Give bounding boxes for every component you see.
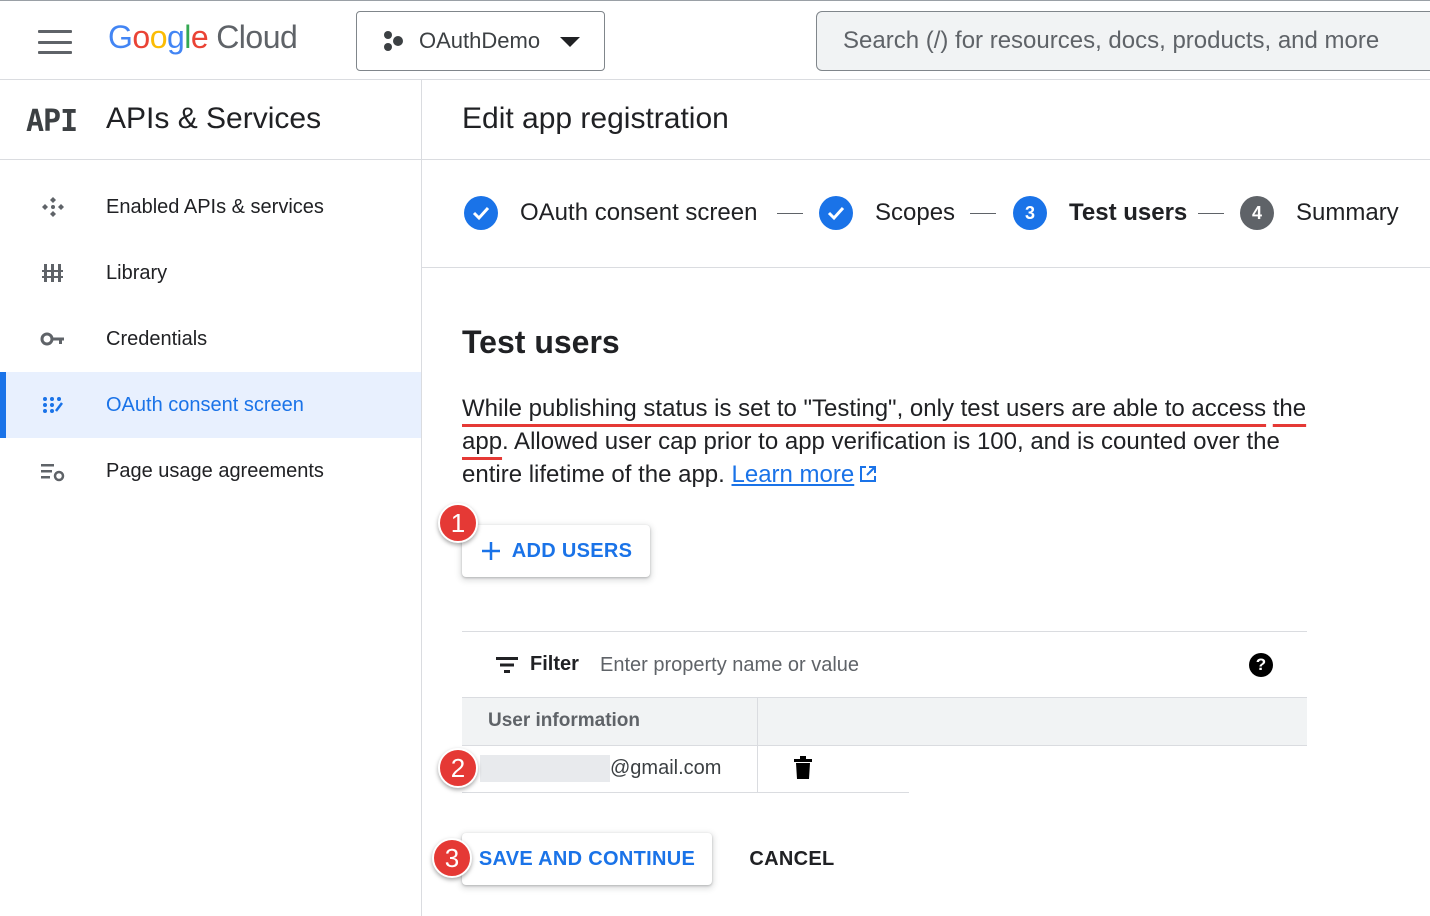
project-icon: [384, 31, 403, 51]
top-bar: Google Cloud OAuthDemo: [0, 0, 1430, 80]
list-settings-icon: [41, 464, 65, 482]
cancel-button[interactable]: CANCEL: [738, 833, 846, 885]
main-menu-icon[interactable]: [38, 30, 72, 54]
step-label: OAuth consent screen: [520, 199, 758, 226]
step-scopes[interactable]: Scopes: [819, 196, 955, 230]
sidebar-item-label: Enabled APIs & services: [106, 195, 324, 218]
section-description: While publishing status is set to "Testi…: [462, 392, 1322, 491]
save-and-continue-button[interactable]: SAVE AND CONTINUE: [462, 833, 712, 885]
sidebar-item-page-usage[interactable]: Page usage agreements: [0, 438, 421, 504]
plus-icon: [481, 542, 500, 560]
filter-icon: [496, 657, 518, 673]
library-icon: [42, 264, 63, 282]
step-number: 4: [1240, 196, 1274, 230]
cancel-label: CANCEL: [749, 847, 835, 870]
chevron-down-icon: [560, 37, 580, 47]
search-input[interactable]: [843, 12, 1430, 70]
sidebar-title[interactable]: APIs & Services: [106, 102, 321, 136]
save-and-continue-label: SAVE AND CONTINUE: [478, 847, 696, 870]
section-title: Test users: [462, 324, 620, 360]
sidebar-item-oauth-consent[interactable]: OAuth consent screen: [0, 372, 421, 438]
sidebar-item-library[interactable]: Library: [0, 240, 421, 306]
sidebar-header: API APIs & Services: [0, 80, 421, 160]
step-number: 3: [1013, 196, 1047, 230]
sidebar-item-credentials[interactable]: Credentials: [0, 306, 421, 372]
sidebar: API APIs & Services Enabled APIs & servi…: [0, 80, 422, 916]
project-picker[interactable]: OAuthDemo: [356, 11, 605, 71]
highlighted-text: While publishing status is set to "Testi…: [462, 395, 1267, 422]
column-divider: [757, 698, 758, 746]
column-header-user-information[interactable]: User information: [488, 710, 640, 732]
check-icon: [819, 196, 853, 230]
column-divider: [757, 746, 758, 793]
page-title: Edit app registration: [462, 102, 729, 135]
filter-label: Filter: [530, 653, 579, 675]
step-oauth-consent[interactable]: OAuth consent screen: [464, 196, 757, 230]
main-content: Edit app registration OAuth consent scre…: [422, 80, 1430, 916]
table-row: @gmail.com: [462, 746, 909, 793]
check-icon: [464, 196, 498, 230]
step-connector: [1198, 213, 1224, 214]
key-icon: [40, 332, 64, 346]
search-box[interactable]: [816, 11, 1430, 71]
external-link-icon: [860, 466, 877, 482]
step-connector: [970, 213, 996, 214]
redacted-username: [480, 755, 610, 782]
sidebar-item-enabled-apis[interactable]: Enabled APIs & services: [0, 174, 421, 240]
annotation-badge: 3: [432, 838, 472, 878]
main-header: Edit app registration: [422, 80, 1430, 160]
step-label: Summary: [1296, 199, 1399, 226]
delete-icon[interactable]: [792, 756, 814, 780]
annotation-badge: 1: [438, 503, 478, 543]
help-icon[interactable]: ?: [1249, 653, 1273, 677]
add-users-label: ADD USERS: [511, 539, 633, 562]
sidebar-item-label: OAuth consent screen: [106, 393, 304, 416]
table-header: User information: [462, 698, 1307, 746]
step-summary[interactable]: 4 Summary: [1240, 196, 1399, 230]
sidebar-item-label: Library: [106, 261, 168, 284]
project-name: OAuthDemo: [419, 28, 541, 53]
annotation-badge: 2: [438, 748, 478, 788]
api-diamond-icon: [42, 197, 64, 217]
sidebar-item-label: Credentials: [106, 327, 208, 350]
step-test-users[interactable]: 3 Test users: [1013, 196, 1187, 230]
filter-input[interactable]: [600, 646, 1220, 684]
step-label: Scopes: [875, 199, 956, 226]
api-logo-icon: API: [26, 104, 78, 139]
dots-grid-icon: [43, 397, 63, 413]
google-cloud-logo[interactable]: Google Cloud: [108, 19, 298, 56]
stepper: OAuth consent screen Scopes 3 Test users…: [422, 160, 1430, 268]
filter-bar: Filter ?: [462, 631, 1307, 698]
user-email: @gmail.com: [610, 757, 722, 779]
step-label: Test users: [1069, 199, 1188, 226]
learn-more-link[interactable]: Learn more: [732, 461, 855, 488]
sidebar-item-label: Page usage agreements: [106, 459, 324, 482]
add-users-button[interactable]: ADD USERS: [462, 525, 650, 577]
step-connector: [777, 213, 803, 214]
